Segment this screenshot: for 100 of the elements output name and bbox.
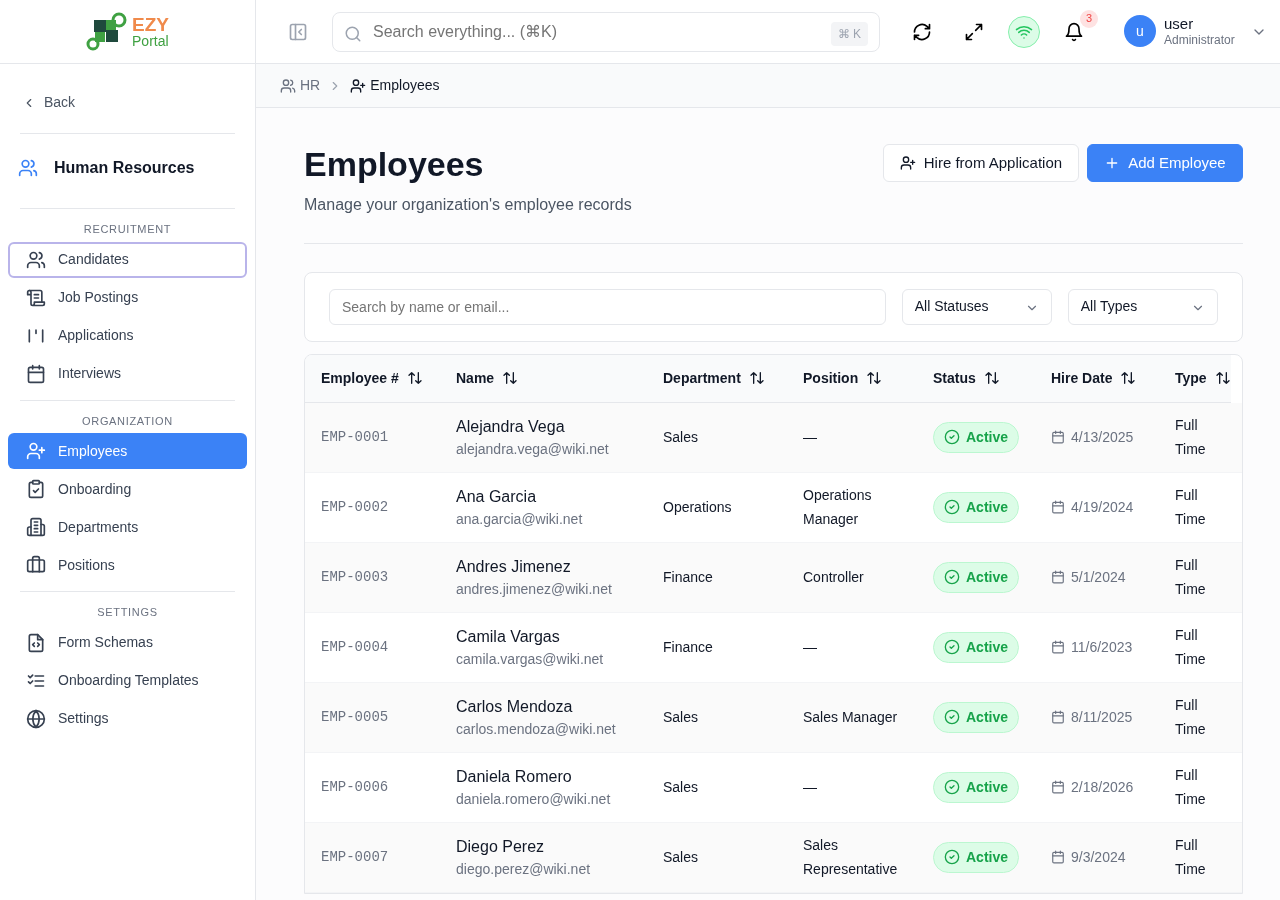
- user-menu[interactable]: u user Administrator: [1124, 15, 1267, 48]
- calendar-icon: [1051, 780, 1065, 795]
- check-circle-icon: [944, 709, 960, 726]
- table-cell-text: Operations: [663, 497, 732, 517]
- sidebar-item[interactable]: Interviews: [8, 355, 247, 392]
- sidebar-item[interactable]: Onboarding: [8, 471, 247, 507]
- check-circle-icon: [944, 429, 960, 446]
- sort-icon: [983, 370, 1000, 387]
- table-cell-text: Controller: [803, 568, 864, 588]
- breadcrumb-item[interactable]: Employees: [350, 75, 440, 96]
- search-field[interactable]: Search by name or email...: [329, 288, 886, 325]
- table-cell-text: —: [803, 778, 817, 798]
- table-cell-text: Sales: [663, 777, 699, 797]
- employee-email: andres.jimenez@wiki.net: [456, 579, 612, 599]
- calendar-icon: [1051, 500, 1065, 515]
- sidebar-item[interactable]: Departments: [8, 509, 247, 545]
- employee-name: Camila Vargas: [456, 626, 561, 647]
- table-cell-text: Full Time: [1175, 486, 1207, 530]
- status-badge: Active: [933, 421, 1020, 453]
- check-circle-icon: [944, 569, 960, 586]
- add-button[interactable]: Add Employee: [1087, 144, 1243, 182]
- table-cell-text: —: [803, 638, 817, 658]
- hire-date: 5/1/2024: [1071, 567, 1126, 587]
- search-icon: [344, 24, 362, 43]
- user-name: user: [1164, 15, 1195, 34]
- panel-icon: [288, 21, 308, 42]
- employee-name: Diego Perez: [456, 836, 546, 857]
- sidebar-item[interactable]: Applications: [8, 317, 247, 354]
- user-role: Administrator: [1164, 33, 1235, 48]
- status-badge: Active: [933, 841, 1020, 873]
- user-plus-icon: [899, 155, 916, 171]
- section-heading: SETTINGS: [96, 605, 159, 620]
- sort-icon: [748, 370, 765, 387]
- status-badge: Active: [933, 491, 1020, 523]
- filter-select[interactable]: All Statuses: [901, 288, 1052, 325]
- module-title: Human Resources: [54, 158, 195, 178]
- page-subtitle: Manage your organization's employee records: [304, 194, 632, 215]
- sidebar-item[interactable]: Onboarding Templates: [8, 662, 247, 699]
- table-cell-text: Sales: [663, 427, 699, 447]
- table-cell-text: Full Time: [1175, 416, 1207, 460]
- calendar-icon: [26, 363, 46, 384]
- employee-email: ana.garcia@wiki.net: [456, 509, 583, 529]
- sort-icon: [1214, 370, 1231, 387]
- avatar: u: [1124, 15, 1156, 48]
- employee-id: EMP-0006: [321, 777, 389, 797]
- hire-button[interactable]: Hire from Application: [882, 144, 1080, 182]
- sidebar-item[interactable]: Positions: [8, 547, 247, 583]
- table-cell-text: Sales: [663, 707, 699, 727]
- hire-date: 9/3/2024: [1071, 847, 1126, 867]
- filter-select[interactable]: All Types: [1067, 288, 1218, 325]
- employee-name: Carlos Mendoza: [456, 696, 574, 717]
- employee-email: daniela.romero@wiki.net: [456, 789, 611, 809]
- employee-email: camila.vargas@wiki.net: [456, 649, 604, 669]
- bell-icon: [1064, 21, 1084, 42]
- employee-id: EMP-0005: [321, 707, 389, 727]
- breadcrumb-item[interactable]: HR: [280, 75, 321, 96]
- employee-email: carlos.mendoza@wiki.net: [456, 719, 616, 739]
- sidebar-item[interactable]: Employees: [8, 433, 247, 469]
- calendar-icon: [1051, 430, 1065, 445]
- expand-icon: [964, 21, 984, 42]
- status-badge: Active: [933, 771, 1020, 803]
- employee-email: alejandra.vega@wiki.net: [456, 439, 609, 459]
- table-cell-text: —: [803, 428, 817, 448]
- sidebar-item[interactable]: Candidates: [8, 241, 247, 278]
- calendar-icon: [1051, 640, 1065, 655]
- section-heading: RECRUITMENT: [82, 222, 173, 237]
- clipboard-check-icon: [26, 479, 46, 499]
- sort-icon: [502, 370, 519, 387]
- sidebar-item[interactable]: Settings: [8, 700, 247, 737]
- notification-count: 3: [1080, 9, 1098, 28]
- briefcase-icon: [26, 555, 46, 575]
- check-circle-icon: [944, 779, 960, 796]
- column-header[interactable]: Type: [1175, 367, 1207, 389]
- back-link[interactable]: Back: [8, 64, 247, 133]
- calendar-icon: [1051, 570, 1065, 585]
- table-cell-text: Full Time: [1175, 696, 1207, 740]
- building-icon: [26, 517, 46, 537]
- table-cell-text: Operations Manager: [803, 486, 873, 530]
- employee-id: EMP-0003: [321, 567, 389, 587]
- calendar-icon: [1051, 850, 1065, 865]
- people-icon: [280, 77, 296, 94]
- section-heading: ORGANIZATION: [81, 413, 174, 429]
- table-cell-text: Full Time: [1175, 626, 1207, 670]
- sidebar-item[interactable]: Job Postings: [8, 279, 247, 316]
- table-cell-text: Full Time: [1175, 766, 1207, 810]
- column-header[interactable]: Position: [803, 367, 859, 389]
- employee-id: EMP-0002: [321, 497, 389, 517]
- sort-icon: [406, 370, 423, 387]
- sidebar-item[interactable]: Form Schemas: [8, 624, 247, 661]
- logo-text: EZY: [132, 15, 169, 34]
- column-header[interactable]: Name: [456, 367, 495, 389]
- sort-icon: [1120, 370, 1137, 387]
- column-header[interactable]: Status: [933, 367, 976, 389]
- check-circle-icon: [944, 639, 960, 656]
- table-cell-text: Finance: [663, 567, 713, 587]
- employee-name: Alejandra Vega: [456, 416, 566, 437]
- sort-icon: [866, 370, 883, 387]
- page-title: Employees: [304, 144, 485, 185]
- table-cell-text: Finance: [663, 637, 713, 657]
- user-plus-icon: [350, 77, 367, 94]
